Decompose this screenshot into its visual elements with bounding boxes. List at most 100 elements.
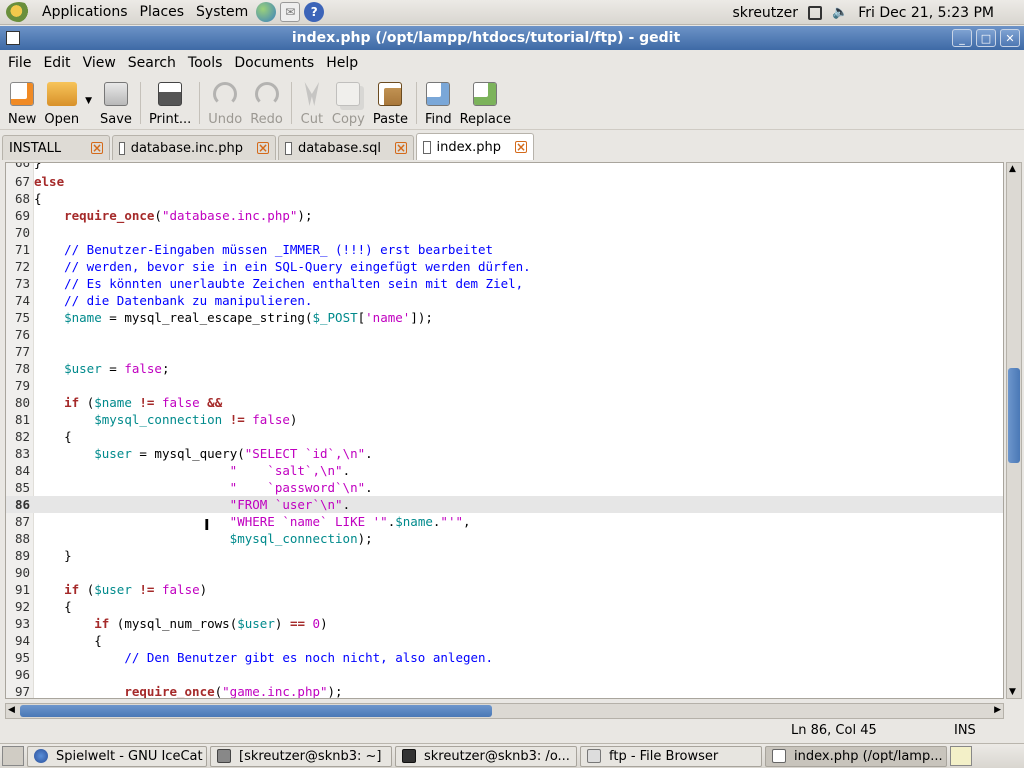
code-line[interactable]: 71 // Benutzer-Eingaben müssen _IMMER_ (… xyxy=(6,241,1003,258)
menu-documents[interactable]: Documents xyxy=(228,55,320,71)
code-line[interactable]: 96 xyxy=(6,666,1003,683)
maximize-button[interactable]: □ xyxy=(976,29,996,47)
task-terminal-2[interactable]: skreutzer@sknb3: /o... xyxy=(395,745,577,767)
code-line[interactable]: 77 xyxy=(6,343,1003,360)
tab-install[interactable]: INSTALL × xyxy=(2,135,110,160)
task-terminal-1[interactable]: [skreutzer@sknb3: ~] xyxy=(210,745,392,767)
clock[interactable]: Fri Dec 21, 5:23 PM xyxy=(858,5,994,21)
undo-button[interactable]: Undo xyxy=(204,76,246,130)
copy-button[interactable]: Copy xyxy=(328,76,369,130)
code-line[interactable]: 84 " `salt`,\n". xyxy=(6,462,1003,479)
notes-applet-icon[interactable] xyxy=(950,746,972,766)
menu-edit[interactable]: Edit xyxy=(37,55,76,71)
code-line[interactable]: 91 if ($user != false) xyxy=(6,581,1003,598)
task-gedit[interactable]: index.php (/opt/lamp... xyxy=(765,745,947,767)
horizontal-scrollbar[interactable]: ◀ ▶ xyxy=(5,703,1004,719)
printer-icon xyxy=(158,82,183,106)
code-line[interactable]: 74 // die Datenbank zu manipulieren. xyxy=(6,292,1003,309)
user-name[interactable]: skreutzer xyxy=(732,5,798,21)
volume-icon[interactable]: 🔈 xyxy=(832,5,848,20)
close-tab-icon[interactable]: × xyxy=(257,142,269,154)
tab-database-sql[interactable]: database.sql × xyxy=(278,135,414,160)
new-button[interactable]: New xyxy=(4,76,40,130)
code-line[interactable]: 93 if (mysql_num_rows($user) == 0) xyxy=(6,615,1003,632)
close-tab-icon[interactable]: × xyxy=(395,142,407,154)
network-icon[interactable] xyxy=(808,5,823,20)
code-line[interactable]: 75 $name = mysql_real_escape_string($_PO… xyxy=(6,309,1003,326)
code-line[interactable]: 79 xyxy=(6,377,1003,394)
undo-icon xyxy=(213,82,238,106)
scroll-up-arrow-icon[interactable]: ▲ xyxy=(1009,164,1016,174)
code-line[interactable]: 97 require_once("game.inc.php"); xyxy=(6,683,1003,698)
open-recent-dropdown[interactable]: ▼ xyxy=(83,76,96,130)
help-icon[interactable]: ? xyxy=(304,2,325,22)
code-line[interactable]: 89 } xyxy=(6,547,1003,564)
close-tab-icon[interactable]: × xyxy=(515,141,527,153)
copy-icon xyxy=(336,82,361,106)
menu-help[interactable]: Help xyxy=(320,55,364,71)
code-editor[interactable]: 66} 67 else 68{ 69 require_once("database… xyxy=(5,162,1004,699)
paste-button[interactable]: Paste xyxy=(369,76,412,130)
gnome-foot-icon[interactable] xyxy=(6,2,32,22)
replace-button[interactable]: Replace xyxy=(456,76,515,130)
code-line[interactable]: 67 else xyxy=(6,173,1003,190)
code-line[interactable]: 88 $mysql_connection); xyxy=(6,530,1003,547)
redo-button[interactable]: Redo xyxy=(246,76,287,130)
gedit-window-icon[interactable] xyxy=(6,31,20,45)
vertical-scrollbar[interactable]: ▲ ▼ xyxy=(1006,162,1022,699)
code-line[interactable]: 85 " `password`\n". xyxy=(6,479,1003,496)
code-line[interactable]: 72 // werden, bevor sie in ein SQL-Query… xyxy=(6,258,1003,275)
code-line[interactable]: 92 { xyxy=(6,598,1003,615)
current-code-line[interactable]: 86 "FROM `user`\n". xyxy=(6,496,1003,513)
applications-menu[interactable]: Applications xyxy=(36,0,134,25)
print-button[interactable]: Print... xyxy=(145,76,195,130)
document-tabs: INSTALL × database.inc.php × database.sq… xyxy=(0,133,1024,160)
close-window-button[interactable]: ✕ xyxy=(1000,29,1020,47)
code-line[interactable]: 68{ xyxy=(6,190,1003,207)
menu-view[interactable]: View xyxy=(77,55,122,71)
new-document-icon xyxy=(10,82,35,106)
menubar: File Edit View Search Tools Documents He… xyxy=(0,52,1024,74)
task-file-browser[interactable]: ftp - File Browser xyxy=(580,745,762,767)
top-panel: Applications Places System ✉ ? skreutzer… xyxy=(0,0,1024,25)
cut-button[interactable]: Cut xyxy=(296,76,328,130)
find-button[interactable]: Find xyxy=(421,76,456,130)
system-menu[interactable]: System xyxy=(190,0,254,25)
minimize-button[interactable]: _ xyxy=(952,29,972,47)
code-line[interactable]: 69 require_once("database.inc.php"); xyxy=(6,207,1003,224)
code-line[interactable]: 76 xyxy=(6,326,1003,343)
scroll-left-arrow-icon[interactable]: ◀ xyxy=(8,705,15,715)
code-line[interactable]: 78 $user = false; xyxy=(6,360,1003,377)
code-line[interactable]: 94 { xyxy=(6,632,1003,649)
code-line[interactable]: 80 if ($name != false && xyxy=(6,394,1003,411)
code-line[interactable]: 87 "WHERE `name` LIKE '".$name."'", xyxy=(6,513,1003,530)
web-browser-icon[interactable] xyxy=(256,2,277,22)
vertical-scroll-thumb[interactable] xyxy=(1008,368,1020,463)
show-desktop-icon[interactable] xyxy=(2,746,24,766)
horizontal-scroll-thumb[interactable] xyxy=(20,705,492,717)
task-icecat[interactable]: Spielwelt - GNU IceCat xyxy=(27,745,207,767)
code-line[interactable]: 83 $user = mysql_query("SELECT `id`,\n". xyxy=(6,445,1003,462)
mail-icon[interactable]: ✉ xyxy=(280,2,301,22)
open-button[interactable]: Open xyxy=(40,76,83,130)
code-line[interactable]: 81 $mysql_connection != false) xyxy=(6,411,1003,428)
code-line[interactable]: 73 // Es könnten unerlaubte Zeichen enth… xyxy=(6,275,1003,292)
tab-database-inc-php[interactable]: database.inc.php × xyxy=(112,135,276,160)
close-tab-icon[interactable]: × xyxy=(91,142,103,154)
code-line[interactable]: 82 { xyxy=(6,428,1003,445)
menu-file[interactable]: File xyxy=(2,55,37,71)
save-button[interactable]: Save xyxy=(96,76,136,130)
window-titlebar[interactable]: index.php (/opt/lampp/htdocs/tutorial/ft… xyxy=(0,26,1024,50)
menu-tools[interactable]: Tools xyxy=(182,55,229,71)
toolbar-separator xyxy=(415,82,417,124)
code-line[interactable]: 70 xyxy=(6,224,1003,241)
scroll-down-arrow-icon[interactable]: ▼ xyxy=(1009,687,1016,697)
terminal-icon xyxy=(217,749,231,763)
scroll-right-arrow-icon[interactable]: ▶ xyxy=(994,705,1001,715)
places-menu[interactable]: Places xyxy=(134,0,191,25)
tab-index-php[interactable]: index.php × xyxy=(416,133,534,160)
menu-search[interactable]: Search xyxy=(122,55,182,71)
code-line[interactable]: 90 xyxy=(6,564,1003,581)
code-line[interactable]: 66} xyxy=(6,163,1003,171)
code-line[interactable]: 95 // Den Benutzer gibt es noch nicht, a… xyxy=(6,649,1003,666)
